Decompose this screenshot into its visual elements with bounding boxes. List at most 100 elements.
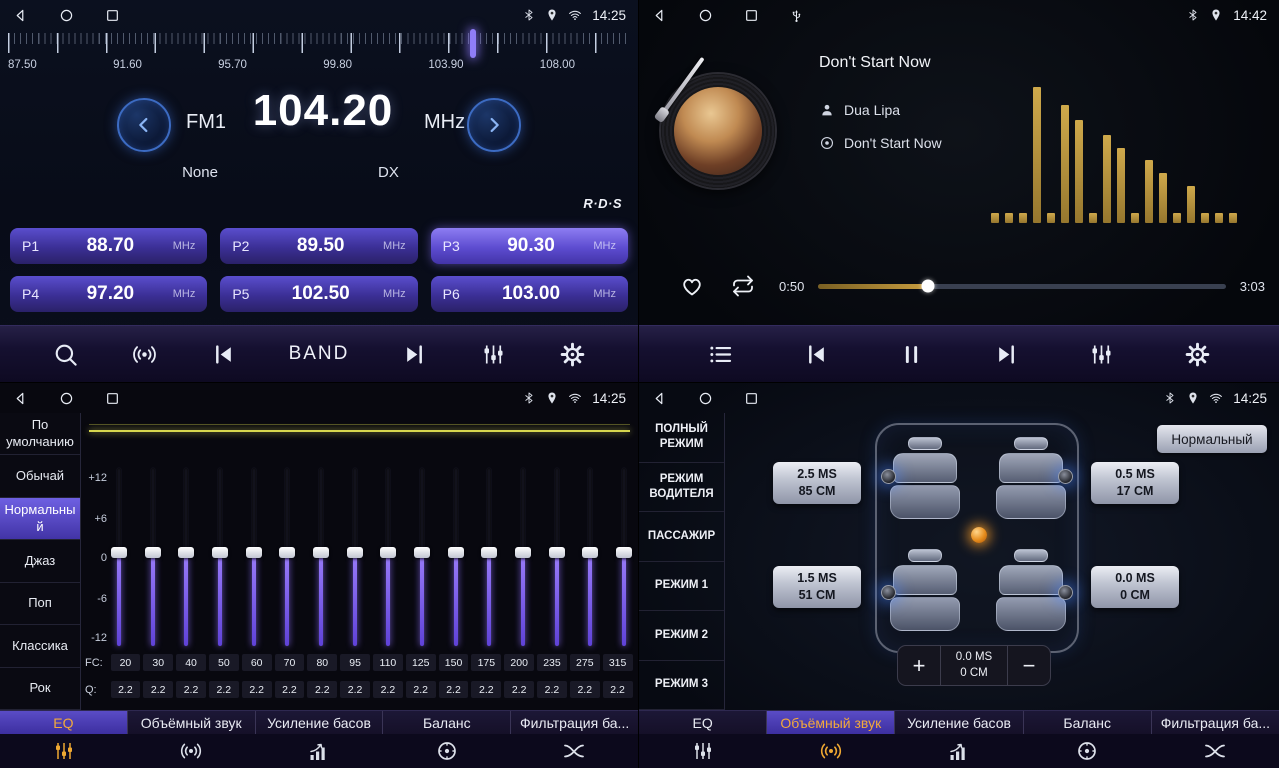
back-icon[interactable] — [12, 7, 29, 24]
eq-preset-rock[interactable]: Рок — [0, 668, 80, 710]
sound-tabs: EQ Объёмный звук Усиление басов Баланс Ф… — [639, 710, 1279, 734]
progress-thumb[interactable] — [922, 280, 935, 293]
frequency-ruler[interactable]: 87.50 91.60 95.70 99.80 103.90 108.00 — [8, 33, 630, 81]
preset-button-p3[interactable]: P3 90.30 MHz — [431, 228, 628, 264]
recents-icon[interactable] — [104, 390, 121, 407]
tab-eq-cell[interactable] — [639, 734, 767, 768]
back-icon[interactable] — [651, 7, 668, 24]
mode-1[interactable]: РЕЖИМ 1 — [639, 562, 724, 612]
eq-band-slider[interactable] — [549, 468, 565, 646]
progress-bar[interactable] — [818, 284, 1225, 289]
audio-settings-icon[interactable] — [1088, 341, 1115, 368]
increase-delay-button[interactable]: + — [898, 646, 940, 685]
profile-button[interactable]: Нормальный — [1157, 425, 1267, 453]
mode-3[interactable]: РЕЖИМ 3 — [639, 661, 724, 711]
tab-surround[interactable]: Объёмный звук — [128, 711, 256, 734]
back-icon[interactable] — [651, 390, 668, 407]
prev-station-icon[interactable] — [210, 341, 237, 368]
eq-band-slider[interactable] — [347, 468, 363, 646]
preset-button-p5[interactable]: P5 102.50 MHz — [220, 276, 417, 312]
playlist-icon[interactable] — [707, 341, 734, 368]
seek-up-button[interactable] — [467, 98, 521, 152]
tab-filter[interactable]: Фильтрация ба... — [511, 711, 638, 734]
band-button[interactable]: BAND — [289, 343, 350, 365]
tab-balance-cell[interactable] — [1023, 734, 1151, 768]
radio-broadcast-icon[interactable] — [131, 341, 158, 368]
eq-band-slider[interactable] — [380, 468, 396, 646]
home-icon[interactable] — [697, 390, 714, 407]
audio-settings-icon[interactable] — [480, 341, 507, 368]
eq-band-slider[interactable] — [111, 468, 127, 646]
tab-filter[interactable]: Фильтрация ба... — [1152, 711, 1279, 734]
eq-band-slider[interactable] — [448, 468, 464, 646]
tab-surround[interactable]: Объёмный звук — [767, 711, 895, 734]
tab-surround-cell[interactable] — [767, 734, 895, 768]
tab-balance[interactable]: Баланс — [1024, 711, 1152, 734]
favorite-icon[interactable] — [679, 273, 705, 299]
prev-track-icon[interactable] — [803, 341, 830, 368]
delay-display: 0.0 MS 0 CM — [940, 646, 1008, 685]
tab-bass-boost[interactable]: Усиление басов — [895, 711, 1023, 734]
eq-preset-jazz[interactable]: Джаз — [0, 540, 80, 582]
tab-filter-cell[interactable] — [510, 734, 638, 768]
next-station-icon[interactable] — [401, 341, 428, 368]
tab-bass-cell[interactable] — [255, 734, 383, 768]
eq-band-slider[interactable] — [515, 468, 531, 646]
eq-preset-default[interactable]: По умолчанию — [0, 413, 80, 455]
tab-balance-cell[interactable] — [383, 734, 511, 768]
pause-icon[interactable] — [898, 341, 925, 368]
ruler-labels: 87.50 91.60 95.70 99.80 103.90 108.00 — [8, 59, 630, 71]
mode-driver[interactable]: РЕЖИМ ВОДИТЕЛЯ — [639, 463, 724, 513]
home-icon[interactable] — [58, 7, 75, 24]
preset-button-p6[interactable]: P6 103.00 MHz — [431, 276, 628, 312]
eq-band-slider[interactable] — [313, 468, 329, 646]
tab-eq-cell[interactable] — [0, 734, 128, 768]
tab-filter-cell[interactable] — [1151, 734, 1279, 768]
delay-button-rear-left[interactable]: 1.5 MS 51 CM — [773, 566, 861, 608]
home-icon[interactable] — [58, 390, 75, 407]
tab-bass-cell[interactable] — [895, 734, 1023, 768]
mode-full[interactable]: ПОЛНЫЙ РЕЖИМ — [639, 413, 724, 463]
recents-icon[interactable] — [743, 7, 760, 24]
tab-surround-cell[interactable] — [128, 734, 256, 768]
crossover-icon — [562, 739, 586, 763]
mode-passenger[interactable]: ПАССАЖИР — [639, 512, 724, 562]
preset-button-p4[interactable]: P4 97.20 MHz — [10, 276, 207, 312]
eq-preset-normal[interactable]: Нормальный — [0, 498, 80, 540]
next-track-icon[interactable] — [993, 341, 1020, 368]
preset-button-p1[interactable]: P1 88.70 MHz — [10, 228, 207, 264]
eq-band-slider[interactable] — [145, 468, 161, 646]
back-icon[interactable] — [12, 390, 29, 407]
tab-balance[interactable]: Баланс — [383, 711, 511, 734]
repeat-icon[interactable] — [731, 274, 755, 298]
tuning-indicator[interactable] — [470, 29, 476, 58]
preset-button-p2[interactable]: P2 89.50 MHz — [220, 228, 417, 264]
delay-button-rear-right[interactable]: 0.0 MS 0 CM — [1091, 566, 1179, 608]
eq-band-slider[interactable] — [279, 468, 295, 646]
recents-icon[interactable] — [104, 7, 121, 24]
eq-band-slider[interactable] — [582, 468, 598, 646]
mode-2[interactable]: РЕЖИМ 2 — [639, 611, 724, 661]
eq-preset-pop[interactable]: Поп — [0, 583, 80, 625]
delay-button-front-left[interactable]: 2.5 MS 85 CM — [773, 462, 861, 504]
eq-band-slider[interactable] — [246, 468, 262, 646]
eq-band-slider[interactable] — [178, 468, 194, 646]
seek-down-button[interactable] — [117, 98, 171, 152]
listening-point[interactable] — [971, 527, 987, 543]
eq-band-slider[interactable] — [414, 468, 430, 646]
settings-gear-icon[interactable] — [559, 341, 586, 368]
eq-band-slider[interactable] — [212, 468, 228, 646]
tab-eq[interactable]: EQ — [0, 711, 128, 734]
tab-bass-boost[interactable]: Усиление басов — [256, 711, 384, 734]
delay-button-front-right[interactable]: 0.5 MS 17 CM — [1091, 462, 1179, 504]
eq-band-slider[interactable] — [481, 468, 497, 646]
settings-gear-icon[interactable] — [1184, 341, 1211, 368]
decrease-delay-button[interactable]: − — [1008, 646, 1050, 685]
search-stations-icon[interactable] — [52, 341, 79, 368]
recents-icon[interactable] — [743, 390, 760, 407]
eq-preset-classic[interactable]: Классика — [0, 625, 80, 667]
eq-preset-custom[interactable]: Обычай — [0, 455, 80, 497]
eq-band-slider[interactable] — [616, 468, 632, 646]
home-icon[interactable] — [697, 7, 714, 24]
tab-eq[interactable]: EQ — [639, 711, 767, 734]
